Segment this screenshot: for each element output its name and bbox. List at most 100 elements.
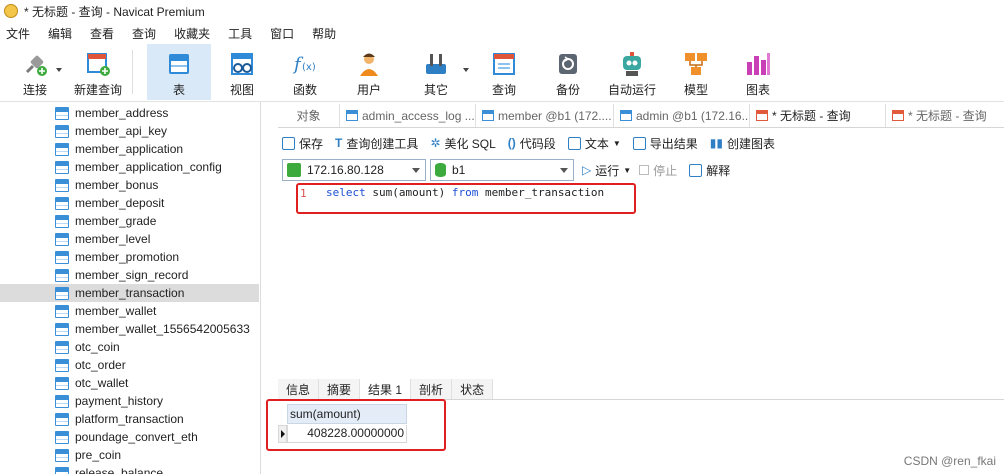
connection-bar: 172.16.80.128 b1 ▷ 运行 ▼ 停止 解释 <box>278 158 1004 182</box>
menu-edit[interactable]: 编辑 <box>46 25 82 42</box>
query-toolbar: 保存 T 查询创建工具 ✲ 美化 SQL () 代码段 文本 ▼ 导出结果 ▮▮ 创建图表 <box>278 131 1004 155</box>
snippet-icon: () <box>507 136 516 150</box>
other-button[interactable]: 其它 <box>401 44 471 100</box>
database-select[interactable]: b1 <box>430 159 574 181</box>
tree-item[interactable]: member_deposit <box>0 194 259 212</box>
tree-item[interactable]: member_sign_record <box>0 266 259 284</box>
tab-info[interactable]: 信息 <box>278 379 320 399</box>
tools-icon <box>422 50 450 78</box>
tree-item[interactable]: member_promotion <box>0 248 259 266</box>
text-button[interactable]: 文本 ▼ <box>567 135 621 152</box>
tree-item[interactable]: payment_history <box>0 392 259 410</box>
tab-objects[interactable]: 对象 <box>278 104 340 127</box>
query-label: 查询 <box>491 83 516 97</box>
database-icon <box>435 163 446 177</box>
menu-tools[interactable]: 工具 <box>226 25 262 42</box>
stop-icon <box>639 165 650 175</box>
function-icon: f (x) <box>291 50 319 78</box>
stop-button[interactable]: 停止 <box>639 162 677 179</box>
table-icon <box>55 412 69 426</box>
beautify-sql-button[interactable]: ✲ 美化 SQL <box>430 135 495 152</box>
user-button[interactable]: 用户 <box>337 44 401 100</box>
table-button[interactable]: 表 <box>147 44 211 100</box>
query-icon <box>490 50 518 78</box>
connection-select[interactable]: 172.16.80.128 <box>282 159 426 181</box>
tab-profile[interactable]: 剖析 <box>411 379 453 399</box>
tab-member[interactable]: member @b1 (172.... <box>476 104 614 127</box>
tree-item[interactable]: pre_coin <box>0 446 259 464</box>
tab-untitled-query-active[interactable]: * 无标题 - 查询 <box>750 104 886 127</box>
main-toolbar: 连接 新建查询 表 视图 f (x) 函数 用户 其它 查询 备份 自动运行 模… <box>0 44 1004 102</box>
new-query-icon <box>84 50 112 78</box>
user-label: 用户 <box>356 83 381 97</box>
tree-item[interactable]: release_balance <box>0 464 259 474</box>
function-button[interactable]: f (x) 函数 <box>273 44 337 100</box>
query-button[interactable]: 查询 <box>471 44 537 100</box>
navicat-app-icon <box>4 4 18 18</box>
tab-summary[interactable]: 摘要 <box>319 379 361 399</box>
model-button[interactable]: 模型 <box>665 44 727 100</box>
table-icon <box>55 268 69 282</box>
magic-wand-icon: ✲ <box>430 136 441 150</box>
new-query-button[interactable]: 新建查询 <box>64 44 132 100</box>
title-bar: * 无标题 - 查询 - Navicat Premium <box>0 0 1004 22</box>
tree-item[interactable]: member_api_key <box>0 122 259 140</box>
tree-item[interactable]: member_grade <box>0 212 259 230</box>
tree-item[interactable]: otc_wallet <box>0 374 259 392</box>
menu-view[interactable]: 查看 <box>88 25 124 42</box>
menu-help[interactable]: 帮助 <box>310 25 346 42</box>
menu-file[interactable]: 文件 <box>4 25 40 42</box>
automation-button[interactable]: 自动运行 <box>599 44 665 100</box>
tab-admin[interactable]: admin @b1 (172.16.... <box>614 104 750 127</box>
tab-result-1[interactable]: 结果 1 <box>360 379 412 399</box>
chevron-down-icon[interactable]: ▼ <box>613 139 621 148</box>
menu-window[interactable]: 窗口 <box>268 25 304 42</box>
tree-item[interactable]: otc_order <box>0 356 259 374</box>
tree-item[interactable]: platform_transaction <box>0 410 259 428</box>
tree-item[interactable]: otc_coin <box>0 338 259 356</box>
explain-button[interactable]: 解释 <box>689 162 730 179</box>
tab-untitled-query[interactable]: * 无标题 - 查询 <box>886 104 1004 127</box>
tree-item-selected[interactable]: member_transaction <box>0 284 259 302</box>
save-icon <box>282 136 295 150</box>
tree-item[interactable]: member_address <box>0 104 259 122</box>
create-chart-button[interactable]: ▮▮ 创建图表 <box>710 135 775 152</box>
table-icon <box>55 322 69 336</box>
tree-item[interactable]: member_bonus <box>0 176 259 194</box>
editor-tabs: 对象 admin_access_log ... member @b1 (172.… <box>278 104 1004 128</box>
tree-item[interactable]: member_wallet_1556542005633 <box>0 320 259 338</box>
tree-item[interactable]: member_wallet <box>0 302 259 320</box>
connect-button[interactable]: 连接 <box>6 44 64 100</box>
menu-query[interactable]: 查询 <box>130 25 166 42</box>
table-icon <box>55 466 69 474</box>
code-snippet-button[interactable]: () 代码段 <box>508 135 556 152</box>
automation-label: 自动运行 <box>607 83 656 97</box>
chevron-down-icon <box>412 168 420 173</box>
tree-item[interactable]: member_application <box>0 140 259 158</box>
table-icon <box>55 286 69 300</box>
connect-dropdown-arrow[interactable] <box>56 68 62 72</box>
query-builder-button[interactable]: T 查询创建工具 <box>335 135 418 152</box>
tree-item[interactable]: member_application_config <box>0 158 259 176</box>
result-grid: sum(amount) 408228.00000000 <box>266 399 1004 474</box>
menu-favorites[interactable]: 收藏夹 <box>172 25 220 42</box>
watermark: CSDN @ren_fkai <box>903 454 996 468</box>
view-button[interactable]: 视图 <box>211 44 273 100</box>
run-button[interactable]: ▷ 运行 ▼ <box>582 162 631 179</box>
tab-status[interactable]: 状态 <box>452 379 494 399</box>
export-result-button[interactable]: 导出结果 <box>632 135 698 152</box>
tree-item[interactable]: member_level <box>0 230 259 248</box>
user-icon <box>355 50 383 78</box>
chevron-down-icon[interactable]: ▼ <box>623 166 631 175</box>
sql-editor[interactable]: 1 select sum(amount) from member_transac… <box>278 182 1004 378</box>
other-dropdown-arrow[interactable] <box>463 68 469 72</box>
chart-button[interactable]: 图表 <box>727 44 789 100</box>
chart-label: 图表 <box>745 83 770 97</box>
tree-item[interactable]: poundage_convert_eth <box>0 428 259 446</box>
table-icon <box>165 50 193 78</box>
text-icon <box>567 136 581 150</box>
chevron-down-icon <box>560 168 568 173</box>
backup-button[interactable]: 备份 <box>537 44 599 100</box>
save-button[interactable]: 保存 <box>282 135 323 152</box>
tab-admin-access-log[interactable]: admin_access_log ... <box>340 104 476 127</box>
